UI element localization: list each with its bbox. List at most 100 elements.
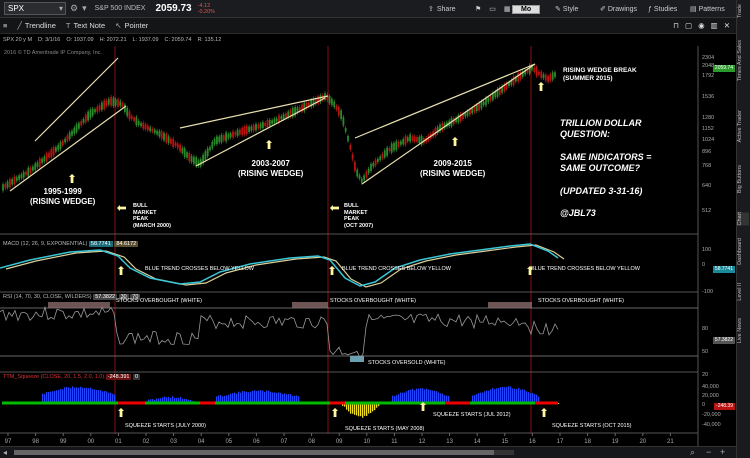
side-tab-live-news[interactable]: Live News xyxy=(737,318,749,343)
candle xyxy=(349,145,352,150)
candle xyxy=(232,131,234,138)
style-button[interactable]: ✎ Style xyxy=(555,0,578,18)
candle xyxy=(84,114,87,123)
gear-icon[interactable]: ⚙ xyxy=(70,3,78,14)
candle xyxy=(158,130,161,137)
studies-button[interactable]: ƒ Studies xyxy=(648,0,677,18)
trash-icon[interactable]: ▥ xyxy=(711,21,718,30)
candle xyxy=(388,148,391,152)
patterns-button[interactable]: ▤ Patterns xyxy=(690,0,725,18)
side-tab-level-ii[interactable]: Level II xyxy=(737,283,749,301)
candle xyxy=(475,104,478,112)
last-price-badge: 2059.74 xyxy=(712,65,735,72)
squeeze-bar xyxy=(412,388,414,403)
candle xyxy=(243,126,246,135)
wedge-2-lower xyxy=(195,97,326,167)
zoom-in-icon[interactable]: + xyxy=(720,447,725,457)
close-icon[interactable]: ✕ xyxy=(724,21,730,30)
squeeze-bar xyxy=(92,389,94,403)
side-tab-big-buttons[interactable]: Big Buttons xyxy=(737,165,749,193)
side-panel: Trade Times And Sales Active Trader Big … xyxy=(736,0,750,458)
squeeze-bar xyxy=(274,392,276,403)
zoom-out-icon[interactable]: − xyxy=(706,447,711,457)
candle xyxy=(6,181,9,188)
layout-icon[interactable]: ▭ xyxy=(489,5,496,13)
candle xyxy=(75,124,78,133)
x-tick-label: 20 xyxy=(639,439,646,445)
candle xyxy=(38,158,41,168)
dropdown-icon[interactable]: ▾ xyxy=(82,3,87,14)
candle xyxy=(365,171,368,178)
scroll-track[interactable] xyxy=(14,450,514,455)
candle xyxy=(135,117,138,126)
macd-tick-label: 100 xyxy=(702,247,711,253)
menu-icon[interactable]: ≡ xyxy=(3,21,7,30)
squeeze-bar xyxy=(254,390,256,403)
price-tick-label: 512 xyxy=(702,208,711,214)
x-tick-label: 99 xyxy=(60,439,67,445)
scroll-thumb[interactable] xyxy=(14,450,494,455)
squeeze-bar xyxy=(72,386,74,403)
candle xyxy=(363,175,365,181)
candle xyxy=(181,147,184,154)
squeeze-bar xyxy=(498,387,500,403)
candle xyxy=(149,127,152,132)
side-tab-active-trader[interactable]: Active Trader xyxy=(737,110,749,142)
rsi-ob-note-1: STOCKS OVERBOUGHT (WHITE) xyxy=(116,298,202,304)
lock-icon[interactable]: ▢ xyxy=(685,21,692,30)
grid-icon[interactable]: ▦ xyxy=(504,5,511,13)
zoom-icon[interactable]: ⌕ xyxy=(690,447,695,458)
candle xyxy=(406,137,409,142)
squeeze-bar xyxy=(46,392,48,403)
candle xyxy=(464,113,467,117)
scroll-left-icon[interactable]: ◂ xyxy=(3,448,7,457)
candle xyxy=(342,117,345,126)
candle xyxy=(105,100,108,106)
candle xyxy=(374,159,377,166)
arrow-up-icon: ⬆ xyxy=(536,80,547,94)
squeeze-bar xyxy=(484,391,486,403)
share-button[interactable]: ⇪ Share xyxy=(428,0,456,18)
side-tab-trade[interactable]: Trade xyxy=(737,4,749,18)
pointer-icon: ↖ xyxy=(115,21,122,30)
candle xyxy=(335,105,338,110)
candle xyxy=(167,136,170,144)
candle xyxy=(114,99,117,106)
squeeze-bar xyxy=(88,388,90,403)
rsi-os-zone xyxy=(350,356,364,362)
info-low: L: 1937.09 xyxy=(132,37,159,43)
squeeze-bar xyxy=(244,391,246,403)
bottom-scrollbar[interactable]: ◂ ⌕ − + xyxy=(0,446,736,458)
trendline-tool[interactable]: ╱ Trendline xyxy=(17,21,56,30)
pointer-tool[interactable]: ↖ Pointer xyxy=(115,21,148,30)
side-tab-dashboard[interactable]: Dashboard xyxy=(737,238,749,265)
candle xyxy=(517,73,520,82)
magnet-icon[interactable]: ⊓ xyxy=(673,21,679,30)
candle xyxy=(271,120,273,124)
textnote-tool[interactable]: T Text Note xyxy=(66,21,105,30)
candle xyxy=(20,174,23,179)
x-tick-label: 06 xyxy=(253,439,260,445)
rsi-ob-note-2: STOCKS OVERBOUGHT (WHITE) xyxy=(330,298,416,304)
candle xyxy=(80,121,83,126)
drawings-button[interactable]: ✐ Drawings xyxy=(600,0,637,18)
squeeze-bar xyxy=(64,387,66,403)
candle xyxy=(549,74,552,81)
squeeze-bar xyxy=(260,390,262,403)
candle xyxy=(213,138,216,145)
squeeze-bar xyxy=(410,389,412,403)
flag-icon[interactable]: ⚑ xyxy=(475,5,481,13)
side-tab-chart[interactable]: Chart xyxy=(737,212,749,226)
candle xyxy=(416,137,418,142)
period-selector[interactable]: Mo xyxy=(512,4,541,14)
eye-icon[interactable]: ◉ xyxy=(698,21,705,30)
rsi-panel xyxy=(0,302,698,362)
candle xyxy=(170,138,172,144)
candle xyxy=(174,142,177,147)
symbol-input[interactable]: SPX ▾ xyxy=(4,2,66,15)
squeeze-bar xyxy=(80,386,82,403)
trendline-icon: ╱ xyxy=(17,21,22,30)
side-tab-times-and-sales[interactable]: Times And Sales xyxy=(737,40,749,81)
squeeze-bar xyxy=(518,387,520,403)
candle xyxy=(206,148,209,157)
